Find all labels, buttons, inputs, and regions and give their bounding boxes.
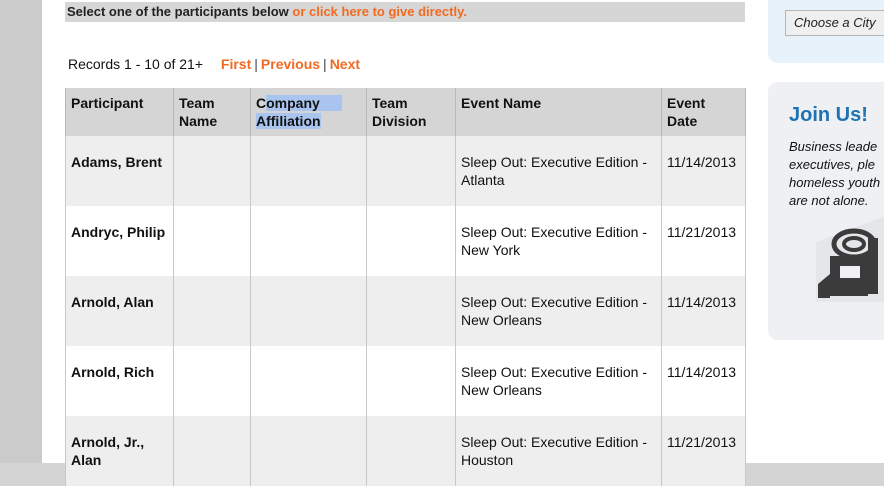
team-division-cell [366,276,456,346]
team-division-cell [366,416,456,486]
company-cell [250,346,367,416]
event-date-cell: 11/14/2013 [661,276,746,346]
event-date-cell: 11/14/2013 [661,346,746,416]
city-selector-box: Choose a City [768,0,884,63]
right-sidebar: Choose a City Join Us! Business leade ex… [764,0,884,463]
team-name-cell [173,206,251,276]
event-name-cell: Sleep Out: Executive Edition - Houston [455,416,662,486]
event-date-cell: 11/14/2013 [661,136,746,206]
participants-table: Participant Team Name Company Affiliation … [65,88,746,486]
event-date-cell: 11/21/2013 [661,206,746,276]
left-gutter [0,0,42,463]
give-directly-notice: Select one of the participants below or … [65,2,745,22]
company-cell [250,276,367,346]
participant-link[interactable]: Arnold, Rich [65,346,174,416]
company-cell [250,206,367,276]
next-page-link[interactable]: Next [330,56,360,72]
participant-link[interactable]: Arnold, Alan [65,276,174,346]
join-us-box: Join Us! Business leade executives, ple … [768,82,884,340]
header-company-affiliation[interactable]: Company Affiliation [250,88,367,136]
main-content: Select one of the participants below or … [42,0,764,486]
team-name-cell [173,276,251,346]
team-division-cell [366,206,456,276]
join-us-title: Join Us! [789,104,868,126]
pager-separator: | [323,56,327,72]
table-row: Andryc, Philip Sleep Out: Executive Edit… [65,206,746,276]
notice-text: Select one of the participants below [67,4,293,19]
table-row: Arnold, Rich Sleep Out: Executive Editio… [65,346,746,416]
give-directly-link[interactable]: or click here to give directly. [292,4,467,19]
first-page-link[interactable]: First [221,56,251,72]
records-pager: Records 1 - 10 of 21+ First | Previous | Nex… [68,56,360,72]
company-cell [250,136,367,206]
company-cell [250,416,367,486]
team-name-cell [173,346,251,416]
header-event-date[interactable]: Event Date [661,88,746,136]
header-team-name[interactable]: Team Name [173,88,251,136]
city-select[interactable]: Choose a City [785,10,884,36]
event-name-cell: Sleep Out: Executive Edition - New York [455,206,662,276]
participant-link[interactable]: Arnold, Jr., Alan [65,416,174,486]
event-name-cell: Sleep Out: Executive Edition - New Orlean… [455,346,662,416]
participant-link[interactable]: Adams, Brent [65,136,174,206]
event-date-cell: 11/21/2013 [661,416,746,486]
table-row: Arnold, Alan Sleep Out: Executive Editio… [65,276,746,346]
team-division-cell [366,346,456,416]
team-name-cell [173,416,251,486]
header-participant[interactable]: Participant [65,88,174,136]
header-event-name[interactable]: Event Name [455,88,662,136]
table-header-row: Participant Team Name Company Affiliation … [65,88,746,136]
team-division-cell [366,136,456,206]
event-name-cell: Sleep Out: Executive Edition - Atlanta [455,136,662,206]
header-team-division[interactable]: Team Division [366,88,456,136]
team-name-cell [173,136,251,206]
table-row: Adams, Brent Sleep Out: Executive Editio… [65,136,746,206]
join-us-text: Business leade executives, ple homeless … [789,139,881,208]
event-name-cell: Sleep Out: Executive Edition - New Orlean… [455,276,662,346]
records-summary: Records 1 - 10 of 21+ [68,56,204,72]
participant-link[interactable]: Andryc, Philip [65,206,174,276]
table-row: Arnold, Jr., Alan Sleep Out: Executive Ed… [65,416,746,486]
previous-page-link[interactable]: Previous [261,56,320,72]
pager-separator: | [254,56,258,72]
sleep-out-sign-icon [816,216,884,302]
